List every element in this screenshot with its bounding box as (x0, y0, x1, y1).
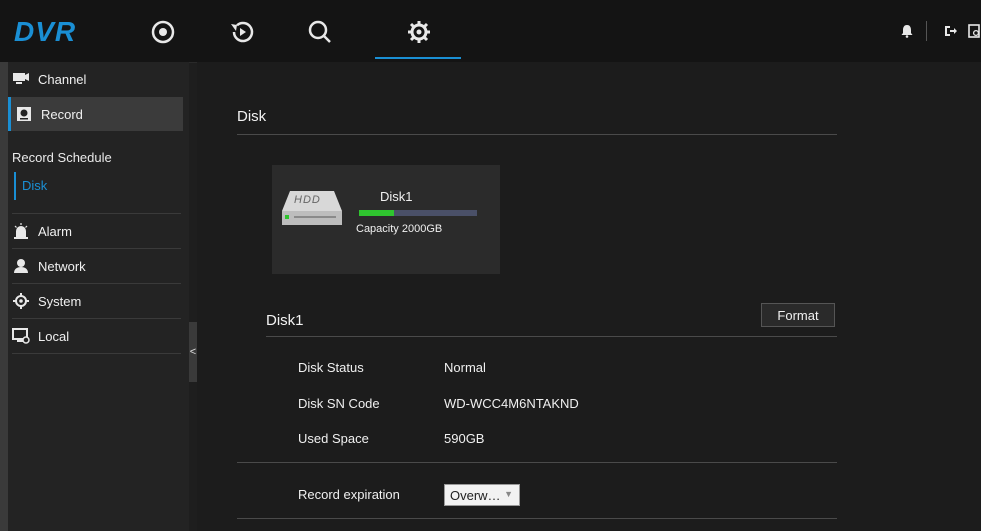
sidebar-item-network[interactable]: Network (8, 249, 181, 283)
hdd-icon (282, 191, 342, 225)
sidebar-item-local[interactable]: Local (8, 319, 181, 353)
sidebar-item-system[interactable]: System (8, 284, 181, 318)
header-actions (890, 20, 981, 42)
hdd-label: HDD (294, 194, 321, 206)
record-expiration-value: Overw… (450, 487, 501, 503)
header-separator (926, 21, 927, 41)
record-expiration-label: Record expiration (298, 487, 400, 502)
sidebar-subitem-disk[interactable]: Disk (14, 172, 47, 200)
disk-capacity: Capacity 2000GB (356, 223, 443, 235)
disk-card-name: Disk1 (380, 189, 413, 204)
sidebar-item-label: System (38, 293, 82, 309)
chevron-down-icon: ▼ (504, 489, 513, 499)
detail-divider (266, 336, 837, 337)
used-space-label: Used Space (298, 431, 369, 446)
search-icon[interactable] (300, 12, 340, 52)
main-content: Disk HDD Disk1 Capacity 2000GB Disk1 For… (197, 62, 981, 531)
used-space-value: 590GB (444, 431, 485, 446)
active-nav-indicator (375, 57, 461, 59)
sidebar-item-channel[interactable]: Channel (8, 62, 181, 96)
disk-detail-title: Disk1 (266, 312, 304, 329)
disk-status-label: Disk Status (298, 360, 364, 375)
system-gear-icon (12, 292, 30, 310)
record-icon (15, 105, 33, 123)
disk-status-value: Normal (444, 360, 486, 375)
disk-usage-bar (359, 210, 477, 216)
format-button[interactable]: Format (761, 303, 835, 327)
sidebar-item-label: Channel (38, 71, 87, 87)
sidebar-item-label: Alarm (38, 223, 72, 239)
live-view-icon[interactable] (143, 12, 183, 52)
settings-gear-icon[interactable] (399, 12, 439, 52)
sidebar-divider (12, 353, 181, 354)
lock-screen-icon[interactable] (967, 20, 981, 42)
local-monitor-icon (12, 327, 30, 345)
disk-sn-label: Disk SN Code (298, 396, 380, 411)
sidebar-item-alarm[interactable]: Alarm (8, 214, 181, 248)
sidebar-item-label: Network (38, 258, 86, 274)
sidebar-item-label: Local (38, 328, 70, 344)
row-divider (237, 462, 837, 463)
sidebar: Channel Record Record Schedule Disk Alar… (0, 62, 189, 531)
sidebar-item-label: Record (41, 106, 83, 122)
playback-icon[interactable] (222, 12, 262, 52)
sidebar-subitem-record-schedule[interactable]: Record Schedule (12, 150, 112, 165)
disk-usage-fill (359, 210, 394, 216)
logout-icon[interactable] (939, 20, 961, 42)
disk-sn-value: WD-WCC4M6NTAKND (444, 396, 579, 411)
record-expiration-select[interactable]: Overw… ▼ (444, 484, 520, 506)
network-user-icon (12, 257, 30, 275)
top-bar: DVR (0, 0, 981, 63)
dvr-logo: DVR (14, 16, 77, 47)
section-divider (237, 134, 837, 135)
disk-card[interactable]: HDD Disk1 Capacity 2000GB (272, 165, 500, 274)
alarm-icon (12, 222, 30, 240)
bottom-divider (237, 518, 837, 519)
sidebar-collapse-toggle[interactable]: < (189, 322, 197, 382)
channel-monitor-icon (12, 70, 30, 88)
sidebar-item-record[interactable]: Record (8, 97, 183, 131)
section-title: Disk (237, 108, 267, 125)
alarm-bell-icon[interactable] (896, 20, 918, 42)
